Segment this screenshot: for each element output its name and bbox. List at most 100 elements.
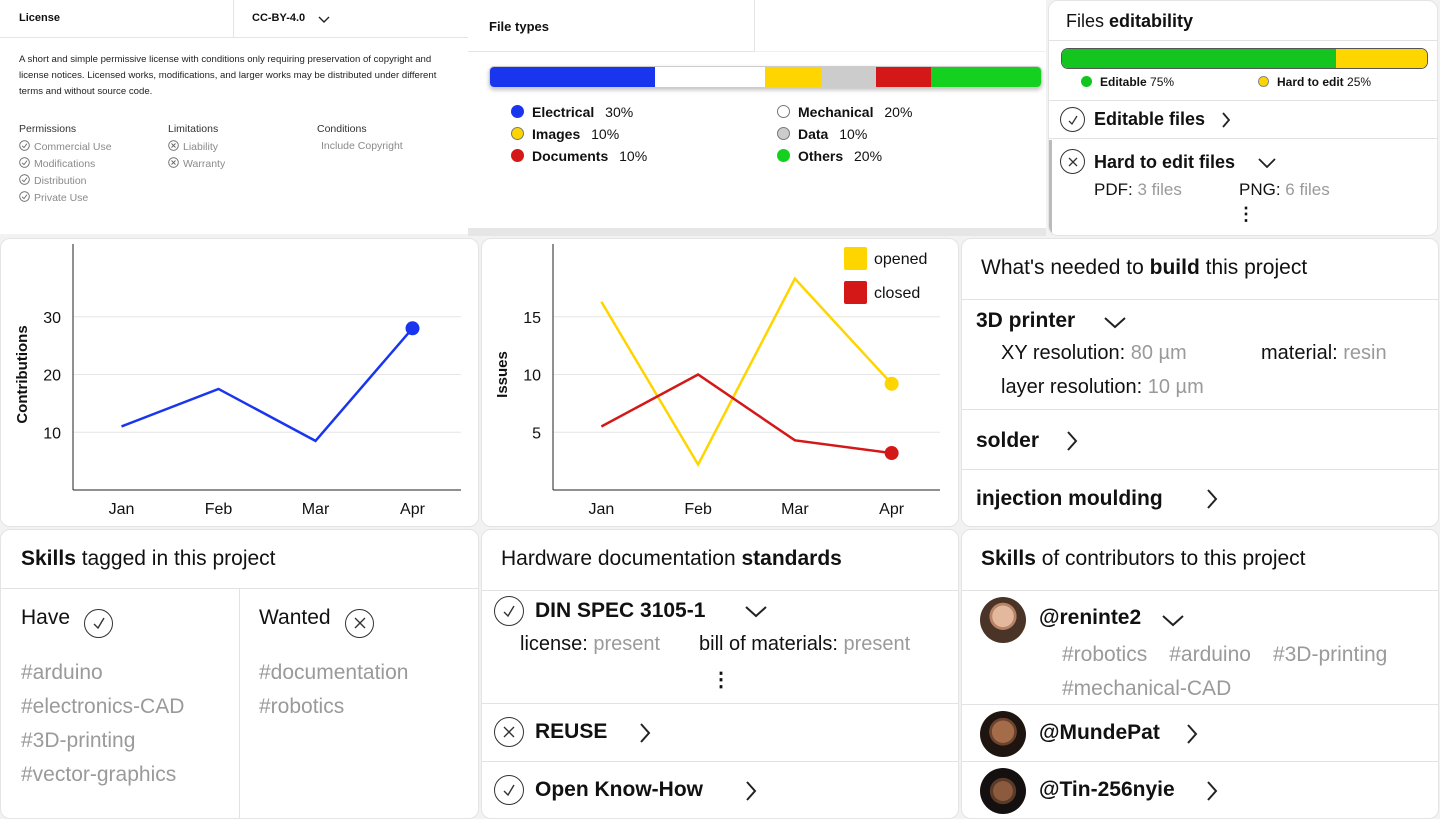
wanted-tags: #documentation #robotics — [259, 656, 408, 724]
chevron-down-icon — [1258, 158, 1276, 168]
license-item: Warranty — [168, 157, 225, 170]
y-tick-label: 30 — [43, 310, 61, 327]
layer-label: layer resolution: — [1001, 376, 1143, 398]
editable-dot — [1081, 76, 1092, 87]
license-card: License CC-BY-4.0 A short and simple per… — [0, 0, 468, 234]
contributor-row[interactable]: @Tin-256nyie — [962, 763, 1438, 818]
editability-card: Files editability Editable 75% Hard to e… — [1048, 0, 1438, 236]
editability-title-plain: Files — [1066, 11, 1110, 31]
tag[interactable]: #robotics — [259, 695, 344, 718]
chevron-down-icon — [318, 16, 330, 23]
file-type-segment[interactable] — [765, 67, 821, 87]
contributions-chart-card: 10 20 30 Jan Feb Mar Apr Contributions — [0, 238, 479, 527]
chevron-down-icon — [1162, 615, 1184, 627]
contributions-chart: 10 20 30 Jan Feb Mar Apr Contributions — [14, 244, 461, 518]
layer-resolution: layer resolution: 10 µm — [1001, 376, 1204, 399]
chevron-right-icon — [1187, 724, 1198, 744]
printer-label: 3D printer — [976, 309, 1076, 332]
file-types-bar — [489, 66, 1042, 88]
series-line — [600, 373, 892, 455]
y-tick-label: 10 — [523, 368, 541, 385]
more-icon[interactable]: ⋮ — [711, 667, 731, 692]
hard-files-row[interactable]: Hard to edit files — [1052, 140, 1437, 180]
file-type-segment[interactable] — [875, 67, 931, 87]
hard-files-label: Hard to edit files — [1094, 152, 1236, 172]
tag[interactable]: #mechanical-CAD — [1062, 677, 1231, 700]
file-type-segment[interactable] — [930, 67, 1041, 87]
din-license: license: present — [520, 633, 660, 656]
license-item: Distribution — [19, 174, 112, 187]
permissions-title: Permissions — [19, 123, 77, 135]
chevron-right-icon — [1207, 781, 1218, 801]
chevron-right-icon — [1067, 431, 1078, 451]
skills-title-plain: tagged in this project — [75, 547, 276, 570]
have-label: Have — [21, 606, 71, 629]
standards-title-plain: Hardware documentation — [501, 547, 742, 570]
file-type-legend-item: Data 10% — [777, 126, 867, 142]
check-circle-icon — [84, 608, 114, 638]
license-value: CC-BY-4.0 — [252, 12, 306, 24]
legend-label: closed — [874, 285, 920, 302]
file-type-segment[interactable] — [655, 67, 766, 87]
x-tick-label: Jan — [588, 501, 614, 518]
tag[interactable]: #vector-graphics — [21, 763, 176, 786]
editable-segment — [1062, 49, 1336, 68]
contributor-handle: @Tin-256nyie — [1039, 778, 1175, 801]
contributors-title-bold: Skills — [981, 547, 1036, 570]
editable-pct: 75% — [1150, 75, 1175, 89]
license-description: A short and simple permissive license wi… — [19, 54, 437, 97]
tag[interactable]: #electronics-CAD — [21, 695, 184, 718]
tag[interactable]: #3D-printing — [21, 729, 135, 752]
file-type-segment[interactable] — [490, 67, 656, 87]
tag[interactable]: #documentation — [259, 661, 408, 684]
file-types-card: File types Electrical 30% Mechanical 20% I… — [468, 0, 1046, 228]
material: material: resin — [1261, 342, 1387, 365]
file-type-legend-item: Electrical 30% — [511, 104, 633, 120]
license-select[interactable]: CC-BY-4.0 — [234, 0, 468, 38]
more-icon[interactable]: ⋮ — [1237, 204, 1255, 225]
tag[interactable]: #arduino — [21, 661, 103, 684]
x-tick-label: Feb — [684, 501, 712, 518]
printer-row[interactable]: 3D printer XY resolution: 80 µm material… — [962, 300, 1438, 410]
reuse-row[interactable]: REUSE — [482, 705, 958, 762]
build-title-plain2: this project — [1199, 256, 1308, 279]
file-type-legend-item: Mechanical 20% — [777, 104, 912, 120]
injection-label: injection moulding — [976, 487, 1163, 510]
legend-dot — [777, 127, 790, 140]
license-item-label: Warranty — [183, 158, 226, 170]
file-types-header: File types — [468, 0, 755, 52]
din-license-label: license: — [520, 633, 588, 655]
build-title-plain1: What's needed to — [981, 256, 1150, 279]
legend-pct: 30% — [601, 104, 634, 120]
permissions-list: Commercial Use Modifications Distribution P… — [19, 140, 112, 204]
chevron-right-icon — [1207, 489, 1218, 509]
x-tick-label: Apr — [879, 501, 905, 518]
conditions-title: Conditions — [317, 123, 367, 135]
check-circle-icon — [19, 174, 34, 187]
tag[interactable]: #3D-printing — [1273, 643, 1387, 666]
pdf-value: 3 files — [1137, 180, 1182, 199]
solder-row[interactable]: solder — [962, 411, 1438, 470]
png-value: 6 files — [1285, 180, 1330, 199]
series-line — [121, 327, 414, 443]
license-item: Include Copyright — [317, 140, 403, 152]
editable-files-row[interactable]: Editable files — [1049, 101, 1437, 139]
tag[interactable]: #arduino — [1169, 643, 1251, 666]
check-circle-icon — [494, 775, 524, 805]
issues-chart-card: 5 10 15 Jan Feb Mar Apr Issues opened closed — [481, 238, 959, 527]
injection-row[interactable]: injection moulding — [962, 471, 1438, 526]
tag[interactable]: #robotics — [1062, 643, 1147, 666]
file-type-segment[interactable] — [820, 67, 876, 87]
pdf-count: PDF: 3 files — [1094, 180, 1182, 200]
okh-row[interactable]: Open Know-How — [482, 763, 958, 818]
contributor-row[interactable]: @MundePat — [962, 706, 1438, 762]
license-item: Commercial Use — [19, 140, 112, 153]
standards-card: Hardware documentation standards DIN SPE… — [481, 529, 959, 819]
din-row[interactable]: DIN SPEC 3105-1 license: present bill of… — [482, 591, 958, 704]
license-item-label: Commercial Use — [34, 141, 112, 153]
png-label: PNG: — [1239, 180, 1281, 199]
contributor-handle: @reninte2 — [1039, 606, 1142, 629]
license-label-cell: License — [0, 0, 234, 38]
contributor-row[interactable]: @reninte2 #robotics #arduino #3D-printing #… — [962, 591, 1438, 705]
file-type-legend-item: Others 20% — [777, 148, 882, 164]
